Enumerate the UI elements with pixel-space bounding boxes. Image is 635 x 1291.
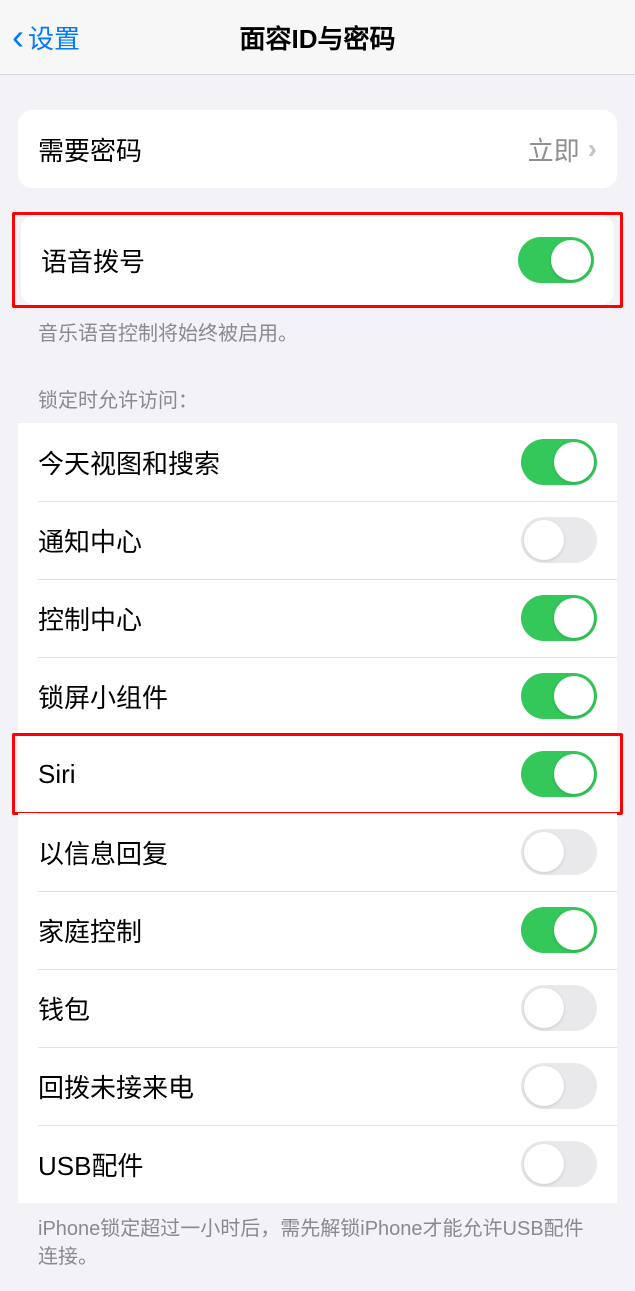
toggle-knob [524, 988, 564, 1028]
toggle-knob [524, 832, 564, 872]
row-locked-item: USB配件 [18, 1125, 617, 1203]
row-label: USB配件 [38, 1146, 521, 1183]
row-locked-item: Siri [18, 735, 617, 813]
row-locked-item: 以信息回复 [18, 813, 617, 891]
chevron-left-icon: ‹ [12, 19, 24, 55]
toggle-knob [554, 598, 594, 638]
toggle-今天视图和搜索[interactable] [521, 439, 597, 485]
toggle-控制中心[interactable] [521, 595, 597, 641]
toggle-通知中心[interactable] [521, 517, 597, 563]
toggle-锁屏小组件[interactable] [521, 673, 597, 719]
row-label: 锁屏小组件 [38, 678, 521, 715]
toggle-回拨未接来电[interactable] [521, 1063, 597, 1109]
back-label: 设置 [28, 19, 80, 56]
back-button[interactable]: ‹ 设置 [12, 19, 80, 56]
toggle-USB配件[interactable] [521, 1141, 597, 1187]
row-label: 回拨未接来电 [38, 1068, 521, 1105]
toggle-Siri[interactable] [521, 751, 597, 797]
page-title: 面容ID与密码 [239, 19, 395, 56]
row-voice-dial: 语音拨号 [21, 215, 614, 305]
toggle-knob [554, 676, 594, 716]
toggle-knob [524, 520, 564, 560]
navigation-header: ‹ 设置 面容ID与密码 [0, 0, 635, 75]
voice-dial-footer: 音乐语音控制将始终被启用。 [38, 320, 597, 348]
highlight-box: 语音拨号 [12, 212, 623, 308]
row-require-passcode[interactable]: 需要密码 立即 › [18, 110, 617, 188]
toggle-knob [554, 754, 594, 794]
group-voice-dial: 语音拨号 [21, 215, 614, 305]
row-label: 家庭控制 [38, 912, 521, 949]
toggle-knob [554, 910, 594, 950]
row-label: 需要密码 [38, 131, 528, 168]
group-require-passcode: 需要密码 立即 › [18, 110, 617, 188]
toggle-voice-dial[interactable] [518, 237, 594, 283]
locked-section-header: 锁定时允许访问： [38, 384, 635, 413]
group-locked-access: 今天视图和搜索通知中心控制中心锁屏小组件 Siri 以信息回复家庭控制钱包回拨未接来… [18, 423, 617, 1203]
row-locked-item: 钱包 [18, 969, 617, 1047]
row-value: 立即 [528, 131, 580, 168]
content: 需要密码 立即 › 语音拨号 音乐语音控制将始终被启用。 锁定时允许访问： 今天… [0, 110, 635, 1291]
toggle-knob [551, 240, 591, 280]
row-locked-item: 锁屏小组件 [18, 657, 617, 735]
toggle-knob [524, 1144, 564, 1184]
row-locked-item: 通知中心 [18, 501, 617, 579]
row-label: 通知中心 [38, 522, 521, 559]
row-label: 语音拨号 [41, 242, 518, 279]
chevron-right-icon: › [588, 133, 597, 165]
row-label: 钱包 [38, 990, 521, 1027]
toggle-以信息回复[interactable] [521, 829, 597, 875]
row-locked-item: 控制中心 [18, 579, 617, 657]
row-locked-item: 回拨未接来电 [18, 1047, 617, 1125]
row-locked-item: 家庭控制 [18, 891, 617, 969]
row-label: 控制中心 [38, 600, 521, 637]
row-locked-item: 今天视图和搜索 [18, 423, 617, 501]
row-label: 今天视图和搜索 [38, 444, 521, 481]
row-label: 以信息回复 [38, 834, 521, 871]
toggle-钱包[interactable] [521, 985, 597, 1031]
toggle-knob [524, 1066, 564, 1106]
highlight-voice-dial: 语音拨号 [12, 212, 623, 308]
toggle-家庭控制[interactable] [521, 907, 597, 953]
toggle-knob [554, 442, 594, 482]
row-label: Siri [38, 759, 521, 790]
locked-footer: iPhone锁定超过一小时后，需先解锁iPhone才能允许USB配件连接。 [38, 1215, 597, 1271]
